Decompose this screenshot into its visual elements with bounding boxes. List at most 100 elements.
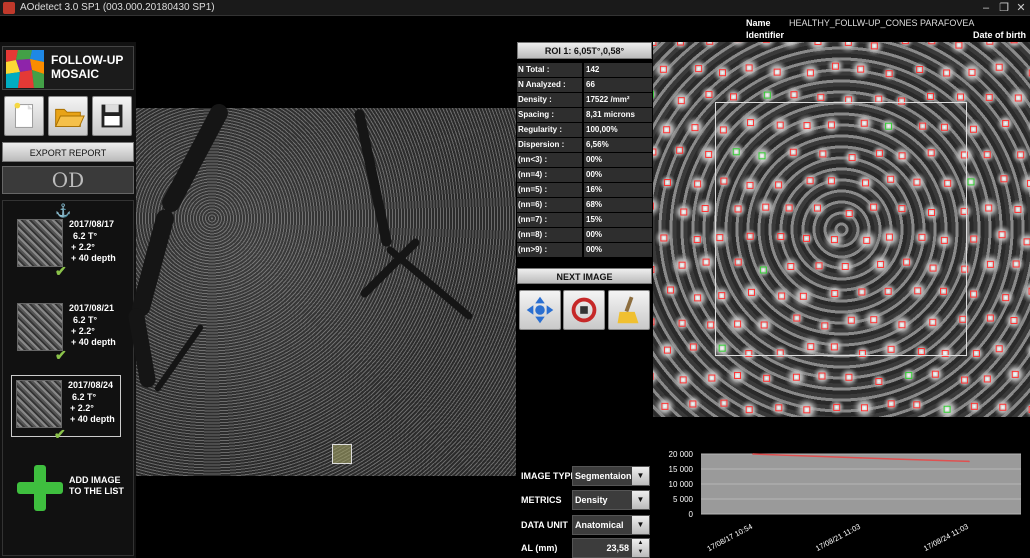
cone-blob — [881, 65, 898, 82]
al-value: 23,58 — [606, 543, 629, 553]
minimize-button[interactable]: – — [978, 0, 994, 16]
clear-tool-button[interactable] — [608, 290, 650, 330]
cone-blob — [755, 42, 777, 51]
roi-marker[interactable] — [332, 444, 352, 464]
roi-zoom-view[interactable] — [653, 42, 1030, 417]
stat-row: (nn=7) :15% — [517, 213, 652, 228]
exam-item[interactable]: 2017/08/17 6.2 T° + 2.2° + 40 depth ✔ — [13, 215, 123, 279]
stat-row: Regularity :100,00% — [517, 123, 652, 138]
chart-y-tick-label: 15 000 — [669, 465, 694, 474]
cone-blob — [725, 363, 750, 388]
exam-angle: 6.2 T° — [73, 231, 98, 241]
cone-blob — [976, 196, 1001, 220]
stat-key: (nn=8) : — [517, 228, 582, 242]
cone-blob — [1025, 119, 1030, 134]
exam-offset: + 2.2° — [71, 326, 95, 336]
cone-blob — [784, 365, 809, 390]
checkmark-icon: ✔ — [55, 347, 67, 363]
cone-blob — [1007, 199, 1029, 220]
metrics-value: Density — [575, 495, 608, 505]
stat-row: Spacing :8,31 microns — [517, 108, 652, 123]
metrics-select[interactable]: Density ▼ — [572, 490, 650, 510]
cone-blob — [728, 42, 749, 50]
cone-blob — [992, 396, 1014, 417]
spinner-icon[interactable]: ▲ ▼ — [632, 539, 649, 557]
open-folder-button[interactable] — [48, 96, 88, 136]
exam-item[interactable]: 2017/08/21 6.2 T° + 2.2° + 40 depth ✔ — [13, 299, 123, 363]
exam-depth: + 40 depth — [70, 414, 115, 424]
stat-key: (nn=7) : — [517, 213, 582, 227]
logo-line-2: MOSAIC — [51, 67, 99, 81]
cone-blob — [653, 141, 663, 163]
roi-stats-table: N Total :142 N Analyzed :66 Density :17522… — [517, 63, 652, 258]
cone-blob — [685, 286, 710, 310]
save-button[interactable] — [92, 96, 132, 136]
cone-blob — [655, 338, 680, 362]
next-image-button[interactable]: NEXT IMAGE — [517, 268, 652, 284]
move-tool-button[interactable] — [519, 290, 561, 330]
chart-x-tick-label: 17/08/24 11:03 — [922, 522, 970, 553]
cone-blob — [870, 373, 888, 390]
stat-key: Regularity : — [517, 123, 582, 137]
cone-blob — [882, 395, 900, 413]
stat-value: 8,31 microns — [584, 108, 652, 122]
mosaic-icon — [6, 50, 44, 88]
cone-blob — [896, 42, 915, 50]
cone-blob — [683, 394, 703, 414]
cone-blob — [712, 62, 733, 83]
broom-icon — [617, 296, 639, 324]
cone-blob — [959, 59, 985, 85]
data-unit-select[interactable]: Anatomical ▼ — [572, 515, 650, 535]
retina-mosaic-image[interactable] — [127, 100, 516, 476]
cone-blob — [764, 59, 790, 85]
cone-blob — [965, 285, 983, 303]
reset-tool-button[interactable] — [563, 290, 605, 330]
restore-button[interactable]: ❐ — [996, 0, 1012, 16]
cone-blob — [991, 224, 1013, 246]
stat-key: Density : — [517, 93, 582, 107]
cone-blob — [948, 42, 970, 56]
add-image-button[interactable]: ADD IMAGE TO THE LIST — [17, 465, 127, 515]
exam-date: 2017/08/24 — [68, 380, 114, 390]
roi-selector-button[interactable]: ROI 1: 6,05T°,0,58° — [517, 42, 652, 59]
cone-blob — [1019, 278, 1030, 304]
exam-offset: + 2.2° — [70, 403, 94, 413]
exam-angle: 6.2 T° — [72, 392, 97, 402]
chart-y-tick-label: 0 — [689, 510, 694, 519]
cone-blob — [653, 86, 659, 103]
cone-blob — [825, 56, 846, 76]
close-button[interactable]: ✕ — [1013, 0, 1029, 16]
cone-blob — [965, 397, 984, 416]
cone-blob — [1015, 230, 1030, 253]
image-type-row: IMAGE TYPE Segmentaion ▼ — [517, 466, 650, 488]
export-report-button[interactable]: EXPORT REPORT — [2, 142, 134, 162]
stat-value: 16% — [584, 183, 652, 197]
refresh-icon — [571, 297, 597, 323]
stat-key: N Total : — [517, 63, 582, 77]
roi-rectangle[interactable] — [715, 102, 967, 356]
cone-blob — [956, 371, 974, 389]
exam-depth: + 40 depth — [71, 337, 116, 347]
chevron-down-icon[interactable]: ▼ — [632, 467, 649, 485]
cone-blob — [658, 173, 677, 192]
cone-blob — [688, 230, 707, 249]
stat-key: (nn<3) : — [517, 153, 582, 167]
new-file-button[interactable] — [4, 96, 44, 136]
stat-row: N Total :142 — [517, 63, 652, 78]
exam-item-selected[interactable]: 2017/08/24 6.2 T° + 2.2° + 40 depth ✔ — [11, 375, 121, 441]
chevron-down-icon[interactable]: ▼ — [632, 516, 649, 534]
stat-row: Dispersion :6,56% — [517, 138, 652, 153]
stat-key: N Analyzed : — [517, 78, 582, 92]
stat-value: 17522 /mm² — [584, 93, 652, 107]
chart-data-point — [752, 453, 754, 455]
cone-blob — [684, 338, 702, 356]
image-type-select[interactable]: Segmentaion ▼ — [572, 466, 650, 486]
checkmark-icon: ✔ — [55, 263, 67, 279]
chart-y-tick-label: 5 000 — [673, 495, 694, 504]
window-title: AOdetect 3.0 SP1 (003.000.20180430 SP1) — [20, 2, 215, 13]
blood-vessel — [158, 100, 232, 216]
chevron-down-icon[interactable]: ▼ — [632, 491, 649, 509]
stat-key: Spacing : — [517, 108, 582, 122]
al-input[interactable]: 23,58 ▲ ▼ — [572, 538, 650, 558]
cone-blob — [769, 398, 789, 417]
